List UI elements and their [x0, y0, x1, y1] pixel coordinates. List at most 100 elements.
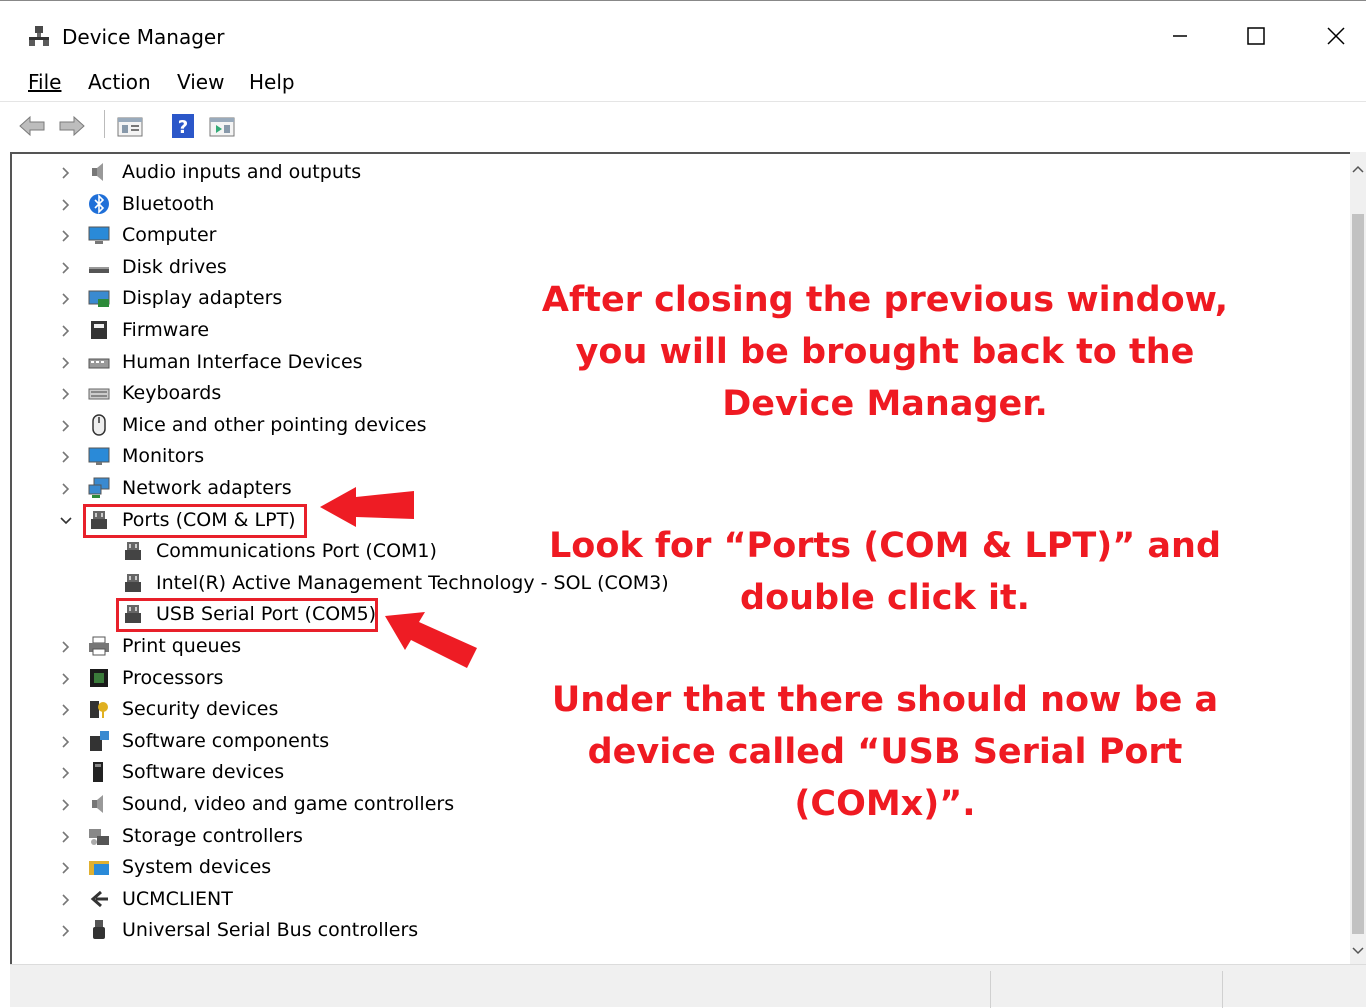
network-icon: [88, 477, 110, 498]
tree-category-row[interactable]: Disk drives: [88, 252, 227, 282]
arrow-to-ports-icon: [320, 487, 414, 527]
vertical-scrollbar[interactable]: [1350, 152, 1366, 964]
toolbar-separator: [104, 110, 105, 138]
chevron-right-icon[interactable]: [59, 450, 73, 464]
tree-category-row[interactable]: Display adapters: [88, 283, 282, 313]
scrollbar-thumb[interactable]: [1352, 214, 1364, 934]
speaker-icon: [92, 163, 103, 181]
chevron-right-icon[interactable]: [59, 292, 73, 306]
chevron-right-icon[interactable]: [59, 798, 73, 812]
chevron-right-icon[interactable]: [59, 893, 73, 907]
chevron-right-icon[interactable]: [59, 482, 73, 496]
chevron-right-icon[interactable]: [59, 166, 73, 180]
tree-category-row[interactable]: Software devices: [88, 757, 284, 787]
annotation-line: Under that there should now be a: [551, 680, 1219, 720]
chevron-right-icon[interactable]: [59, 861, 73, 875]
tree-category-row[interactable]: Bluetooth: [88, 189, 214, 219]
device-manager-icon: [29, 26, 49, 46]
tree-category-label: Storage controllers: [122, 824, 303, 847]
forward-button[interactable]: [58, 112, 86, 140]
tree-category-row[interactable]: Sound, video and game controllers: [88, 789, 454, 819]
chevron-right-icon[interactable]: [59, 198, 73, 212]
chevron-right-icon[interactable]: [59, 830, 73, 844]
tree-category-row[interactable]: Storage controllers: [88, 821, 303, 851]
chevron-down-icon[interactable]: [59, 514, 73, 528]
chevron-right-icon[interactable]: [59, 640, 73, 654]
tree-category-row[interactable]: Monitors: [88, 441, 204, 471]
printer-icon: [89, 636, 109, 656]
menu-view-label: View: [177, 70, 225, 94]
mouse-icon: [92, 414, 106, 436]
scroll-up-icon[interactable]: [1350, 160, 1366, 180]
software-component-icon: [90, 730, 109, 751]
scroll-down-icon[interactable]: [1350, 940, 1366, 960]
tree-category-label: Network adapters: [122, 477, 292, 499]
status-bar: [10, 964, 1366, 1008]
annotation-line: Device Manager.: [722, 384, 1048, 424]
tree-device-row[interactable]: Communications Port (COM1): [122, 536, 437, 566]
chevron-right-icon[interactable]: [59, 261, 73, 275]
tree-category-row[interactable]: UCMCLIENT: [88, 884, 233, 914]
chevron-right-icon[interactable]: [59, 672, 73, 686]
chevron-right-icon[interactable]: [59, 324, 73, 338]
properties-icon: [117, 117, 143, 137]
annotation-usb-serial: Under that there should now be a device …: [530, 674, 1240, 830]
menu-view[interactable]: View: [177, 70, 224, 94]
tree-device-label: Communications Port (COM1): [156, 540, 437, 563]
toolbar: ?: [0, 102, 1366, 150]
tree-category-label: Software devices: [122, 761, 285, 784]
chevron-right-icon[interactable]: [59, 356, 73, 370]
menu-file[interactable]: File: [28, 70, 61, 94]
tree-category-row[interactable]: Universal Serial Bus controllers: [88, 915, 418, 945]
tree-category-row[interactable]: Software components: [88, 726, 329, 756]
tree-category-row[interactable]: Print queues: [88, 631, 241, 661]
tree-category-row[interactable]: System devices: [88, 852, 271, 882]
speaker-icon: [92, 795, 103, 813]
tree-category-row[interactable]: Keyboards: [88, 378, 221, 408]
arrow-to-usb-serial-icon: [385, 612, 477, 668]
menu-action[interactable]: Action: [88, 70, 151, 94]
tree-category-label: Monitors: [122, 445, 205, 468]
tree-category-label: Software components: [122, 729, 330, 752]
title-bar: Device Manager: [0, 0, 1366, 60]
tree-category-label: Computer: [122, 224, 217, 247]
tree-category-row[interactable]: Mice and other pointing devices: [88, 410, 426, 440]
monitor-icon: [88, 447, 110, 466]
tree-category-row[interactable]: Firmware: [88, 315, 209, 345]
annotation-line: Look for “Ports (COM & LPT)” and: [548, 526, 1222, 566]
minimize-button[interactable]: [1157, 15, 1203, 55]
svg-text:?: ?: [178, 117, 188, 138]
help-icon: ?: [172, 114, 194, 138]
tree-category-row[interactable]: Audio inputs and outputs: [88, 157, 361, 187]
tree-category-row[interactable]: Human Interface Devices: [88, 347, 363, 377]
chevron-right-icon[interactable]: [59, 419, 73, 433]
chevron-right-icon[interactable]: [59, 924, 73, 938]
properties-button[interactable]: [116, 112, 144, 140]
security-icon: [90, 701, 108, 719]
tree-category-label: Firmware: [122, 319, 210, 341]
back-button[interactable]: [18, 112, 46, 140]
tree-category-row[interactable]: Network adapters: [88, 473, 292, 503]
disk-drive-icon: [89, 266, 109, 273]
usb-icon: [93, 920, 105, 940]
annotation-look-for-ports: Look for “Ports (COM & LPT)” and double …: [530, 520, 1240, 624]
chevron-right-icon[interactable]: [59, 387, 73, 401]
chevron-right-icon[interactable]: [59, 766, 73, 780]
chevron-right-icon[interactable]: [59, 735, 73, 749]
chevron-right-icon[interactable]: [59, 229, 73, 243]
tree-category-row[interactable]: Security devices: [88, 694, 278, 724]
tree-category-row[interactable]: Processors: [88, 663, 223, 693]
tree-category-label: Security devices: [122, 698, 279, 721]
maximize-button[interactable]: [1233, 15, 1279, 55]
display-adapter-icon: [88, 290, 110, 308]
processor-icon: [90, 668, 108, 687]
maximize-icon: [1247, 27, 1265, 45]
tree-category-label: Universal Serial Bus controllers: [122, 919, 419, 942]
tree-category-row[interactable]: Computer: [88, 220, 216, 250]
menu-help[interactable]: Help: [249, 70, 295, 94]
tree-category-label: UCMCLIENT: [122, 887, 233, 910]
update-driver-button[interactable]: [208, 112, 236, 140]
help-button[interactable]: ?: [170, 112, 198, 140]
chevron-right-icon[interactable]: [59, 703, 73, 717]
close-button[interactable]: [1313, 15, 1359, 55]
